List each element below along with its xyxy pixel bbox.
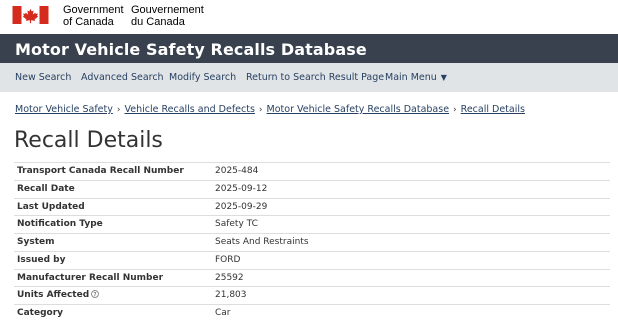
- detail-value: 2025-09-29: [215, 201, 268, 212]
- nav-new-search[interactable]: New Search: [15, 63, 71, 92]
- detail-value: 25592: [215, 272, 244, 283]
- help-icon[interactable]: ?: [91, 290, 99, 298]
- nav-modify-search[interactable]: Modify Search: [169, 63, 236, 92]
- government-of-canada-en[interactable]: Government of Canada: [63, 4, 124, 28]
- gov-en-line2: of Canada: [63, 16, 114, 28]
- breadcrumb-recalls-database[interactable]: Motor Vehicle Safety Recalls Database: [267, 104, 450, 115]
- detail-value: 2025-09-12: [215, 183, 268, 194]
- detail-row-manufacturer-recall-number: Manufacturer Recall Number 25592: [14, 268, 610, 287]
- breadcrumb-motor-vehicle-safety[interactable]: Motor Vehicle Safety: [15, 104, 113, 115]
- breadcrumb-recall-details[interactable]: Recall Details: [461, 104, 525, 115]
- nav-return-to-results-label: Return to Search Result Page: [246, 72, 385, 83]
- detail-label: Manufacturer Recall Number: [17, 272, 164, 283]
- gov-fr-line2: du Canada: [131, 16, 185, 28]
- detail-label: Notification Type: [17, 219, 103, 230]
- detail-label: Recall Date: [17, 183, 75, 194]
- detail-label: Category: [17, 308, 64, 318]
- detail-label: Last Updated: [17, 201, 85, 212]
- gov-en-line1: Government: [63, 4, 124, 16]
- svg-text:?: ?: [94, 292, 97, 298]
- detail-label: Issued by: [17, 254, 66, 265]
- government-header: Government of Canada Gouvernement du Can…: [0, 0, 618, 34]
- breadcrumb-separator: ›: [453, 105, 457, 115]
- nav-main-menu[interactable]: Main Menu ▼: [385, 63, 447, 92]
- nav-advanced-search-label: Advanced Search: [81, 72, 164, 83]
- detail-row-last-updated: Last Updated 2025-09-29: [14, 197, 610, 216]
- nav-modify-search-label: Modify Search: [169, 72, 237, 83]
- breadcrumb: Motor Vehicle Safety › Vehicle Recalls and…: [15, 104, 525, 118]
- detail-value: FORD: [215, 254, 241, 265]
- main-nav: New Search Advanced Search Modify Search…: [0, 63, 618, 92]
- detail-row-units-affected: Units Affected? 21,803: [14, 286, 610, 304]
- detail-value: Car: [215, 308, 231, 318]
- breadcrumb-separator: ›: [116, 105, 121, 115]
- detail-row-recall-date: Recall Date 2025-09-12: [14, 179, 610, 198]
- detail-row-notification-type: Notification Type Safety TC: [14, 215, 610, 233]
- detail-value: Seats And Restraints: [215, 237, 309, 247]
- chevron-down-icon: ▼: [440, 73, 447, 82]
- canada-flag-icon[interactable]: [12, 6, 49, 24]
- government-of-canada-fr[interactable]: Gouvernement du Canada: [131, 4, 204, 28]
- app-banner: Motor Vehicle Safety Recalls Database: [0, 34, 618, 63]
- nav-main-menu-label: Main Menu: [385, 72, 437, 83]
- detail-label: System: [17, 237, 55, 247]
- detail-label-container: Units Affected?: [17, 290, 99, 300]
- nav-new-search-label: New Search: [15, 72, 72, 83]
- recall-details-table: Transport Canada Recall Number 2025-484 …: [14, 162, 610, 322]
- detail-label: Transport Canada Recall Number: [17, 166, 184, 176]
- detail-value: Safety TC: [215, 219, 258, 230]
- detail-row-category: Category Car: [14, 304, 610, 322]
- detail-label: Units Affected: [17, 290, 90, 301]
- nav-advanced-search[interactable]: Advanced Search: [81, 63, 164, 92]
- detail-value: 2025-484: [215, 166, 259, 176]
- page-title: Recall Details: [14, 128, 163, 153]
- breadcrumb-separator: ›: [258, 105, 263, 115]
- detail-row-recall-number: Transport Canada Recall Number 2025-484: [14, 162, 610, 180]
- detail-value: 21,803: [215, 290, 247, 301]
- breadcrumb-vehicle-recalls-and-defects[interactable]: Vehicle Recalls and Defects: [124, 104, 254, 115]
- detail-row-system: System Seats And Restraints: [14, 233, 610, 251]
- gov-fr-line1: Gouvernement: [131, 4, 204, 16]
- detail-row-issued-by: Issued by FORD: [14, 250, 610, 269]
- app-title[interactable]: Motor Vehicle Safety Recalls Database: [15, 40, 367, 59]
- nav-return-to-results[interactable]: Return to Search Result Page: [246, 63, 384, 92]
